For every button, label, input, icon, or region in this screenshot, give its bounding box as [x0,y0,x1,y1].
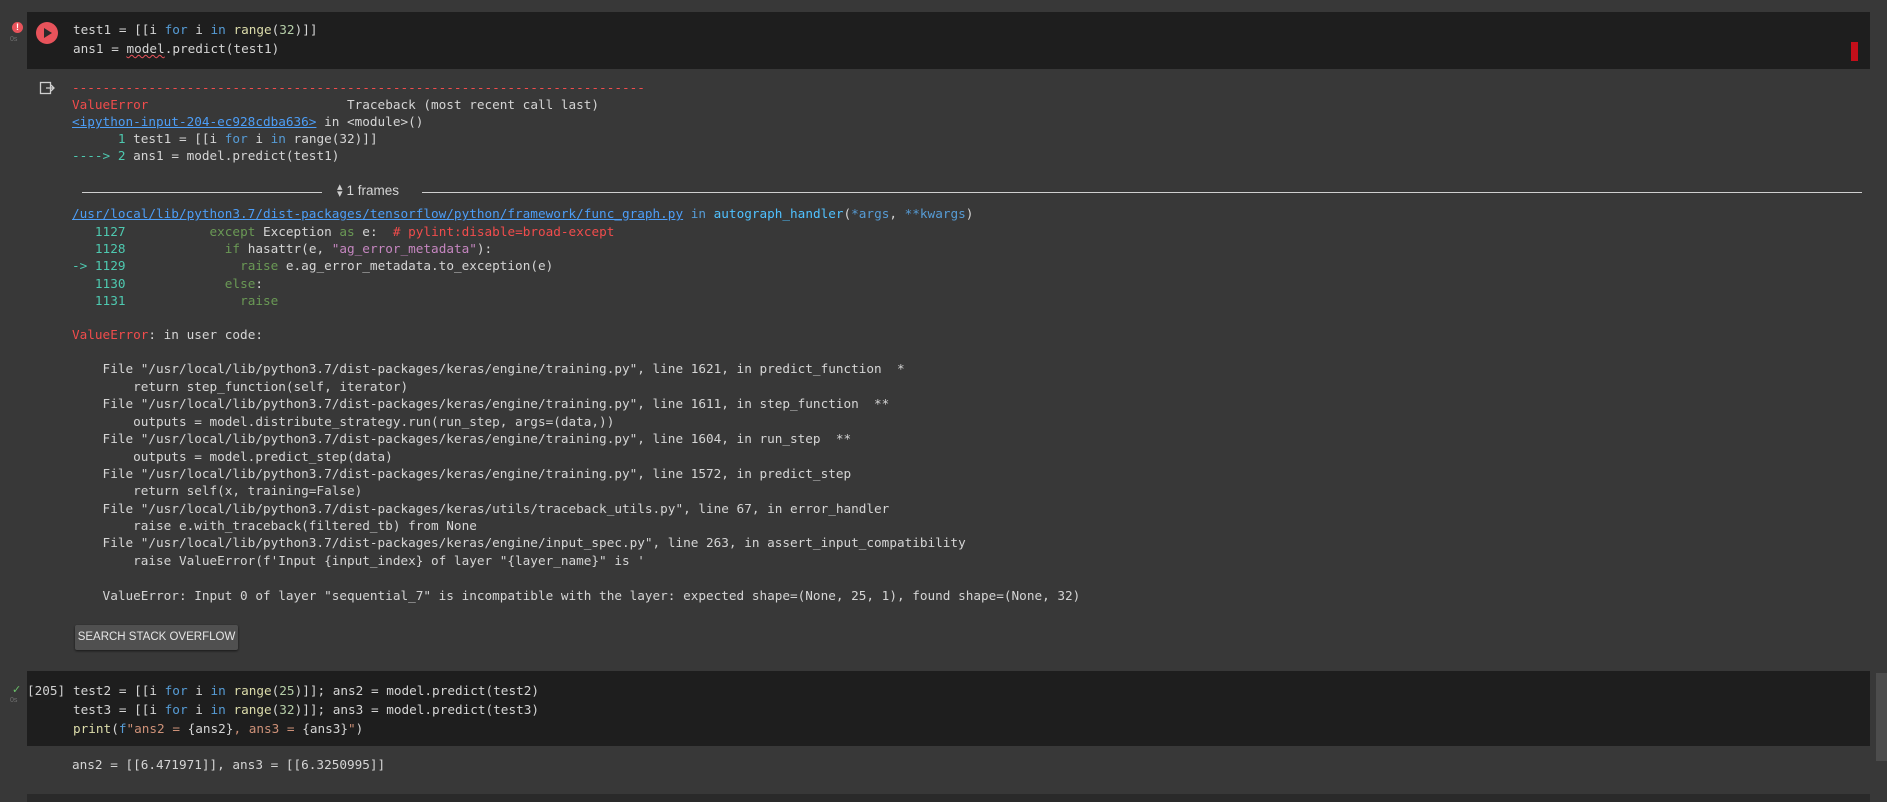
source-line: 1128 if hasattr(e, "ag_error_metadata"): [72,241,493,256]
trace-line-current: ----> 2 ans1 = model.predict(test1) [72,148,340,163]
error-marker [1851,42,1858,61]
source-line: 1131 raise [72,293,279,308]
code-line: test2 = [[i for i in range(25)]]; ans2 =… [73,683,539,698]
file-line: return self(x, training=False) [72,483,363,498]
file-line: File "/usr/local/lib/python3.7/dist-pack… [72,396,890,411]
code-cell-1[interactable]: test1 = [[i for i in range(32)]] ans1 = … [27,12,1870,69]
code-line: ans1 = model.predict(test1) [73,41,280,56]
code-line: test1 = [[i for i in range(32)]] [73,22,318,37]
trace-line: 1 test1 = [[i for i in range(32)]] [72,131,378,146]
input-location-line: <ipython-input-204-ec928cdba636> in <mod… [72,114,423,129]
user-code-error: ValueError: in user code: [72,327,263,342]
check-icon: ✓ [12,684,22,696]
frames-rule-left [82,192,322,193]
source-line: 1127 except Exception as e: # pylint:dis… [72,224,615,239]
frames-toggle-row[interactable]: ▴ ▾ 1 frames [82,181,1862,203]
scrollbar[interactable] [1876,673,1887,761]
frames-rule-right [422,192,1862,193]
file-line: File "/usr/local/lib/python3.7/dist-pack… [72,361,905,376]
exec-time-label: 0s [10,36,18,43]
cell2-gutter: ✓ 0s [0,671,27,746]
search-stack-overflow-button[interactable]: SEARCH STACK OVERFLOW [75,625,238,650]
expand-arrows-icon: ▴ ▾ [337,181,343,201]
source-line: 1130 else: [72,276,263,291]
next-cell[interactable] [27,794,1870,802]
file-line: File "/usr/local/lib/python3.7/dist-pack… [72,501,890,516]
final-error-message: ValueError: Input 0 of layer "sequential… [72,588,1081,603]
file-line: outputs = model.predict_step(data) [72,449,393,464]
file-line: raise ValueError(f'Input {input_index} o… [72,553,645,568]
func-graph-line: /usr/local/lib/python3.7/dist-packages/t… [72,206,974,221]
output-icon[interactable] [39,80,55,96]
frames-label: 1 frames [346,183,400,198]
code-line: test3 = [[i for i in range(32)]]; ans3 =… [73,702,539,717]
file-line: raise e.with_traceback(filtered_tb) from… [72,518,477,533]
error-icon: ! [12,22,23,33]
file-line: File "/usr/local/lib/python3.7/dist-pack… [72,466,852,481]
traceback-header-line: ValueError Traceback (most recent call l… [72,97,599,112]
file-line: outputs = model.distribute_strategy.run(… [72,414,615,429]
code-cell-2[interactable]: [205] test2 = [[i for i in range(25)]]; … [27,671,1870,746]
traceback-header: Traceback (most recent call last) [347,97,600,112]
execution-count: [205] [27,683,66,698]
file-line: return step_function(self, iterator) [72,379,409,394]
exec-time-label: 0s [10,697,18,704]
file-line: File "/usr/local/lib/python3.7/dist-pack… [72,535,966,550]
frames-toggle[interactable]: ▴ ▾ 1 frames [337,181,400,201]
in-module-text: in <module>() [316,114,424,129]
ipython-input-link[interactable]: <ipython-input-204-ec928cdba636> [72,114,316,129]
file-line: File "/usr/local/lib/python3.7/dist-pack… [72,431,852,446]
traceback-dashes: ----------------------------------------… [72,80,645,95]
error-name: ValueError [72,97,149,112]
cell1-gutter: ! 0s [0,12,27,70]
source-line-current: -> 1129 raise e.ag_error_metadata.to_exc… [72,258,554,273]
run-icon[interactable] [36,22,58,44]
func-graph-link[interactable]: /usr/local/lib/python3.7/dist-packages/t… [72,206,683,221]
code-line: print(f"ans2 = {ans2}, ans3 = {ans3}") [73,721,364,736]
cell2-output: ans2 = [[6.471971]], ans3 = [[6.3250995]… [72,757,386,772]
